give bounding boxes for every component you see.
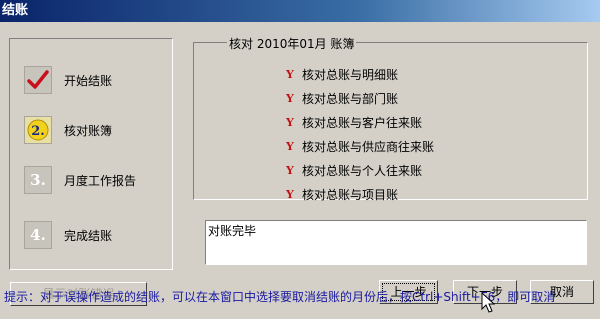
check-item-label: 核对总账与客户往来账	[302, 116, 423, 130]
steps-panel: 开始结账 2. 核对账簿 3. 月度工作报告 4. 完成结账	[9, 38, 173, 270]
result-textbox[interactable]: 对账完毕	[205, 220, 587, 265]
step-start-closing: 开始结账	[24, 65, 112, 95]
closing-wizard-window: 开始结账 2. 核对账簿 3. 月度工作报告 4. 完成结账 核对 2010年0…	[0, 22, 600, 319]
group-legend: 核对 2010年01月 账簿	[227, 35, 357, 52]
check-item: Y 核对总账与客户往来账	[286, 114, 422, 131]
hint-text: 提示：对于误操作造成的结账，可以在本窗口中选择要取消结账的月份后，按Ctrl+S…	[4, 290, 556, 304]
check-marker-icon: Y	[286, 164, 294, 177]
step-label: 开始结账	[64, 73, 113, 88]
mouse-cursor-icon	[481, 292, 495, 313]
check-item: Y 核对总账与个人往来账	[286, 162, 422, 179]
check-item-label: 核对总账与项目账	[302, 188, 399, 202]
title-bar: 结账	[0, 0, 600, 22]
step-check-books: 2. 核对账簿	[24, 115, 112, 145]
check-books-group: 核对 2010年01月 账簿 Y 核对总账与明细账 Y 核对总账与部门账 Y 核…	[193, 35, 588, 203]
step-3-number: 3.	[30, 171, 46, 189]
check-item: Y 核对总账与明细账	[286, 66, 398, 83]
step-finish-closing: 4. 完成结账	[24, 220, 112, 250]
step-2-number: 2.	[31, 124, 45, 139]
check-item-label: 核对总账与明细账	[302, 68, 399, 82]
step-2-icon: 2.	[24, 116, 52, 144]
result-text: 对账完毕	[208, 224, 257, 238]
check-marker-icon: Y	[286, 92, 294, 105]
step-label: 月度工作报告	[64, 173, 137, 188]
check-marker-icon: Y	[286, 116, 294, 129]
window-title: 结账	[2, 3, 29, 18]
check-marker-icon: Y	[286, 68, 294, 81]
check-item: Y 核对总账与部门账	[286, 90, 398, 107]
step-3-icon: 3.	[24, 166, 52, 194]
check-item-label: 核对总账与部门账	[302, 92, 399, 106]
check-marker-icon: Y	[286, 188, 294, 201]
step-4-icon: 4.	[24, 221, 52, 249]
check-marker-icon: Y	[286, 140, 294, 153]
step-monthly-report: 3. 月度工作报告	[24, 165, 136, 195]
step-label: 核对账簿	[64, 123, 113, 138]
step-4-number: 4.	[30, 226, 46, 244]
step-label: 完成结账	[64, 228, 113, 243]
check-item-label: 核对总账与供应商往来账	[302, 140, 435, 154]
check-item: Y 核对总账与项目账	[286, 186, 398, 203]
checkmark-icon	[24, 66, 52, 94]
check-item: Y 核对总账与供应商往来账	[286, 138, 434, 155]
check-item-label: 核对总账与个人往来账	[302, 164, 423, 178]
